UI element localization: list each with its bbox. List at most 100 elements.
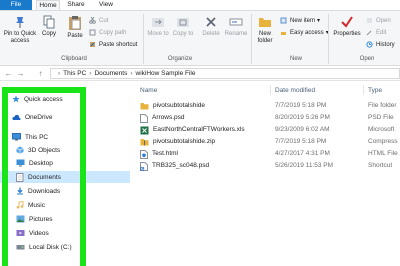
nav-item-label: Pictures [29,215,53,223]
file-date: 8/20/2019 5:26 PM [275,114,330,121]
nav-item-this-pc[interactable]: This PC [12,131,48,143]
file-date: 4/27/2017 4:31 PM [275,150,330,157]
paste-shortcut-icon [89,41,96,48]
file-type: Compress [368,138,398,145]
open-group-label: Open [359,56,375,62]
rename-icon [229,15,243,29]
new-folder-button[interactable]: New folder [253,15,277,45]
file-row[interactable]: EastNorthCentralFTWorkers.xls 9/23/2009 6… [132,124,400,136]
easy-access-button[interactable]: Easy access ▾ [280,28,329,37]
nav-item-label: OneDrive [25,113,53,121]
copy-to-button[interactable]: Copy to [172,15,194,38]
open-button[interactable]: Open [366,16,391,25]
file-name: Arrows.psd [152,114,185,121]
paste-shortcut-button[interactable]: Paste shortcut [89,40,137,49]
cut-label: Cut [99,17,109,24]
column-divider[interactable] [270,85,271,95]
up-button[interactable]: ↑ [36,68,45,79]
tab-view[interactable]: View [94,0,118,10]
properties-button[interactable]: Properties [330,15,364,38]
move-to-button[interactable]: Move to [147,15,169,38]
shortcut-icon [140,161,148,171]
file-name: pivotsubtotalshide [153,102,206,109]
cube-icon [16,146,24,154]
nav-item-videos[interactable]: Videos [16,227,49,239]
new-item-button[interactable]: New item ▾ [280,16,320,25]
delete-button[interactable]: Delete [199,15,223,38]
breadcrumb-this-pc[interactable]: This PC [63,70,86,77]
new-group-label: New [289,56,302,62]
move-to-icon [151,15,165,29]
file-row[interactable]: pivotsubtotalshide 7/7/2019 5:18 PM File f… [132,100,400,112]
nav-item-onedrive[interactable]: OneDrive [12,111,52,123]
column-divider[interactable] [363,85,364,95]
nav-item-label: 3D Objects [28,146,61,154]
file-row[interactable]: Test.html 4/27/2017 4:31 PM HTML File [132,148,400,160]
pictures-icon [16,215,25,223]
pin-label: Pin to Quick access [3,31,37,44]
cloud-icon [12,114,21,121]
clipboard-group-label: Clipboard [61,56,87,62]
column-header-type[interactable]: Type [368,87,382,94]
tab-file[interactable]: File [0,0,32,10]
cut-button[interactable]: Cut [89,16,108,25]
nav-item-pictures[interactable]: Pictures [16,213,52,225]
organize-group-label: Organize [167,56,193,62]
move-to-label: Move to [147,31,169,37]
nav-item-3d-objects[interactable]: 3D Objects [16,144,60,156]
clipboard-icon [68,15,82,31]
star-icon [12,95,20,103]
nav-item-label: Documents [28,173,61,181]
tab-share[interactable]: Share [64,0,88,10]
file-list: Name Date modified Type pivotsubtotalshi… [132,83,400,266]
file-row[interactable]: Arrows.psd 8/20/2019 5:26 PM PSD File [132,112,400,124]
edit-icon [366,29,373,36]
column-header-name[interactable]: Name [140,87,157,94]
copy-path-label: Copy path [99,29,127,36]
copy-icon [42,15,56,29]
nav-item-desktop[interactable]: Desktop [16,157,53,169]
paste-label: Paste [67,33,83,39]
file-name: TRB325_sc048.psd [152,162,210,169]
back-button[interactable]: ← [4,68,13,79]
group-divider [328,14,329,64]
breadcrumb-current-folder[interactable]: wikiHow Sample File [136,70,196,77]
breadcrumb-documents[interactable]: Documents [94,70,127,77]
ribbon-tabs: File Home Share View [0,0,400,10]
checkmark-icon [340,15,354,29]
tab-home[interactable]: Home [36,0,60,10]
nav-item-quick-access[interactable]: Quick access [12,93,63,105]
file-icon [140,113,148,123]
breadcrumb[interactable]: › This PC › Documents › wikiHow Sample F… [50,68,400,79]
address-bar: ← → ↑ › This PC › Documents › wikiHow Sa… [0,66,400,81]
copy-path-button[interactable]: Copy path [89,28,126,37]
file-row[interactable]: TRB325_sc048.psd 5/26/2019 11:53 PM Shortc… [132,160,400,172]
rename-label: Rename [224,31,248,37]
file-date: 7/7/2019 5:18 PM [275,102,327,109]
video-icon [16,229,25,237]
nav-item-music[interactable]: Music [16,199,45,211]
properties-label: Properties [333,31,361,37]
file-name-cell: pivotsubtotalshide [140,100,270,112]
disk-icon [16,243,25,251]
nav-item-label: Local Disk (C:) [29,243,72,251]
file-row[interactable]: pivotsubtotalshide.zip 7/7/2019 5:18 PM Co… [132,136,400,148]
rename-button[interactable]: Rename [223,15,249,38]
file-name-cell: EastNorthCentralFTWorkers.xls [140,124,270,136]
desktop-icon [16,159,25,167]
edit-button[interactable]: Edit [366,28,386,37]
file-type: File folder [368,102,397,109]
copy-button[interactable]: Copy [38,15,60,38]
file-name-cell: Arrows.psd [140,112,270,124]
nav-item-local-disk-c[interactable]: Local Disk (C:) [16,241,72,253]
pin-to-quick-access-button[interactable]: Pin to Quick access [3,15,37,45]
nav-item-downloads[interactable]: Downloads [16,185,60,197]
delete-label: Delete [202,31,220,37]
download-icon [16,187,24,195]
column-header-date[interactable]: Date modified [275,87,315,94]
nav-item-label: This PC [25,133,49,141]
paste-button[interactable]: Paste [64,15,86,40]
forward-button[interactable]: → [16,68,25,79]
nav-item-documents[interactable]: Documents [0,171,130,183]
history-button[interactable]: History [366,40,395,49]
